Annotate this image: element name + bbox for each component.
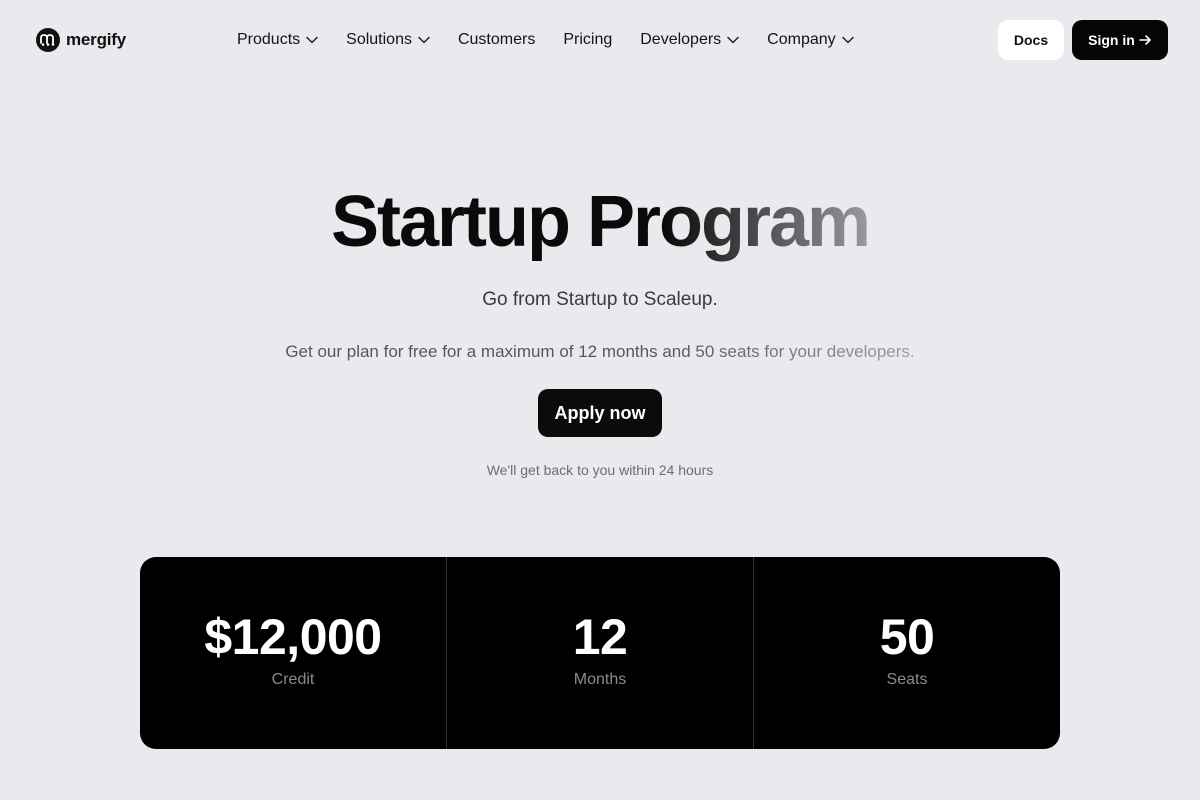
docs-button[interactable]: Docs <box>998 20 1064 60</box>
nav-item-solutions[interactable]: Solutions <box>346 31 430 49</box>
chevron-down-icon <box>727 36 739 44</box>
mergify-logo[interactable]: mergify <box>36 28 126 52</box>
stat-value: $12,000 <box>204 609 382 665</box>
nav-item-label: Pricing <box>563 31 613 48</box>
stat-label: Months <box>573 671 627 688</box>
sign-in-label: Sign in <box>1088 32 1135 48</box>
main-nav: Products Solutions Customers Pricing Dev… <box>237 28 882 52</box>
stat-value: 12 <box>572 609 628 665</box>
chevron-down-icon <box>418 36 430 44</box>
nav-item-label: Developers <box>640 31 722 48</box>
stat-seats: 50 Seats <box>753 557 1060 749</box>
response-time-note: We'll get back to you within 24 hours <box>486 462 714 478</box>
sign-in-button[interactable]: Sign in <box>1072 20 1168 60</box>
stat-label: Credit <box>271 671 315 688</box>
site-header: mergify Products Solutions Customers Pri… <box>0 0 1200 80</box>
arrow-right-icon <box>1139 35 1151 45</box>
nav-item-label: Company <box>767 31 836 48</box>
apply-now-button[interactable]: Apply now <box>538 389 662 437</box>
stat-months: 12 Months <box>446 557 753 749</box>
logo-text: mergify <box>66 30 127 49</box>
nav-item-label: Products <box>237 31 301 48</box>
nav-item-label: Customers <box>457 31 536 48</box>
stat-label: Seats <box>886 671 928 688</box>
hero-description-text: Get our plan for free for a maximum of 1… <box>285 342 915 361</box>
hero-subtitle: Go from Startup to Scaleup. <box>482 289 718 310</box>
stat-credit: $12,000 Credit <box>140 557 446 749</box>
nav-item-pricing[interactable]: Pricing <box>563 31 612 49</box>
chevron-down-icon <box>841 36 854 44</box>
page-title-text: Startup Program <box>330 182 871 262</box>
chevron-down-icon <box>306 36 318 44</box>
nav-item-developers[interactable]: Developers <box>640 31 739 49</box>
hero-description: Get our plan for free for a maximum of 1… <box>0 340 1200 364</box>
mergify-logo-icon <box>36 28 60 52</box>
page-title: Startup Program <box>0 180 1200 264</box>
stat-value: 50 <box>879 609 935 665</box>
nav-item-label: Solutions <box>346 31 412 48</box>
startup-benefits-panel: $12,000 Credit 12 Months 50 Seats <box>140 557 1060 749</box>
nav-item-company[interactable]: Company <box>767 31 854 49</box>
nav-item-customers[interactable]: Customers <box>458 31 535 49</box>
nav-item-products[interactable]: Products <box>237 31 318 49</box>
